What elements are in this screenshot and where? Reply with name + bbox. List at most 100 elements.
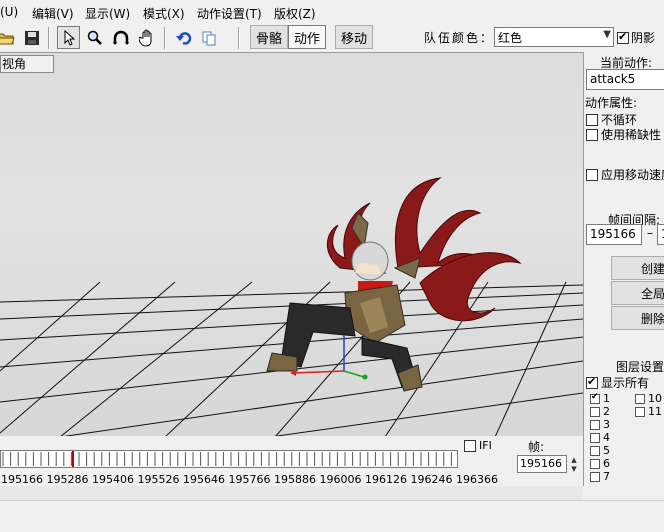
menu-item-copyright[interactable]: 版权(Z) <box>274 5 316 22</box>
use-sparse-toggle[interactable]: 使用稀缺性 <box>586 126 661 143</box>
frame-interval-end-field[interactable]: 1 <box>657 224 664 245</box>
spin-up-icon[interactable]: ▲ <box>567 455 581 464</box>
layer-checkbox[interactable] <box>590 392 600 404</box>
use-sparse-label: 使用稀缺性 <box>601 128 662 142</box>
show-all-checkbox[interactable] <box>586 375 598 389</box>
layer-label: 1 <box>603 392 610 405</box>
ifi-toggle[interactable]: IFI <box>464 439 492 452</box>
layer-checkbox[interactable] <box>590 432 600 443</box>
layer-label: 2 <box>603 405 610 418</box>
timeline-tick-label: 196366 <box>456 473 498 486</box>
layer-item[interactable]: 5 <box>590 444 610 457</box>
layer-item[interactable]: 6 <box>590 457 610 470</box>
timeline-tick-label: 196246 <box>410 473 453 486</box>
ifi-checkbox[interactable] <box>464 439 476 452</box>
shadow-checkbox[interactable] <box>617 30 629 44</box>
chevron-down-icon[interactable]: ▼ <box>603 29 611 40</box>
layer-item[interactable]: 7 <box>590 470 610 483</box>
spin-down-icon[interactable]: ▼ <box>567 464 581 473</box>
toolbar-separator <box>164 27 166 49</box>
undo-icon[interactable] <box>173 26 196 49</box>
save-icon[interactable] <box>20 26 43 49</box>
timeline-tick-label: 195166 <box>1 473 43 486</box>
timeline-tick-label: 195286 <box>46 473 89 486</box>
layer-checkbox[interactable] <box>635 406 645 417</box>
layer-checkbox[interactable] <box>635 393 645 404</box>
create-button[interactable]: 创建 <box>611 256 664 280</box>
layer-label: 10 <box>648 392 662 405</box>
3d-viewport[interactable]: 视角 <box>0 52 583 436</box>
layer-settings-group: 图层设置 显示所有 1 2 3 4 5 6 7 10 11 <box>584 357 664 486</box>
folder-open-icon[interactable] <box>0 26 17 49</box>
layer-item[interactable]: 4 <box>590 431 610 444</box>
current-action-field[interactable]: attack5 <box>586 69 664 90</box>
timeline-track[interactable] <box>0 450 458 468</box>
toolbar-separator <box>48 27 50 49</box>
layer-checkbox[interactable] <box>590 406 600 417</box>
right-panel: 当前动作: attack5 动作属性: 不循环 使用稀缺性 应用移动速度 帧间间… <box>583 52 664 486</box>
show-all-toggle[interactable]: 显示所有 <box>586 374 649 391</box>
layer-item[interactable]: 1 <box>590 392 610 405</box>
layer-checkbox[interactable] <box>590 445 600 456</box>
layer-item[interactable]: 3 <box>590 418 610 431</box>
frame-interval-separator: – <box>647 226 653 240</box>
copy-icon[interactable] <box>197 26 220 49</box>
menu-bar: (U) 编辑(V) 显示(W) 模式(X) 动作设置(T) 版权(Z) <box>0 0 664 24</box>
layer-label: 6 <box>603 457 610 470</box>
menu-item-view[interactable]: 显示(W) <box>85 5 130 22</box>
timeline-tick-label: 195406 <box>92 473 134 486</box>
zoom-icon[interactable] <box>83 26 106 49</box>
frame-spinner[interactable]: ▲ ▼ <box>567 455 581 473</box>
action-properties-label: 动作属性: <box>585 96 638 110</box>
layer-checkbox[interactable] <box>590 419 600 430</box>
frame-input[interactable]: 195166 <box>517 455 567 473</box>
team-color-value: 红色 <box>498 30 523 45</box>
tab-action[interactable]: 动作 <box>288 25 326 49</box>
timeline: 195166 195286 195406 195526 195646 195766 1958… <box>0 436 583 488</box>
view-angle-label[interactable]: 视角 <box>0 55 54 73</box>
ifi-label: IFI <box>479 439 492 452</box>
no-loop-checkbox[interactable] <box>586 113 598 126</box>
3d-scene[interactable] <box>0 53 583 436</box>
frame-label: 帧: <box>528 440 545 454</box>
delete-button[interactable]: 删除 <box>611 306 664 330</box>
pan-hand-icon[interactable] <box>135 26 158 49</box>
shadow-toggle[interactable]: 阴影 <box>617 29 655 46</box>
show-all-label: 显示所有 <box>601 376 650 390</box>
use-sparse-checkbox[interactable] <box>586 128 598 141</box>
apply-move-speed-label: 应用移动速度 <box>601 168 664 182</box>
apply-move-speed-checkbox[interactable] <box>586 168 598 181</box>
menu-item-edit[interactable]: 编辑(V) <box>32 5 74 22</box>
layer-label: 7 <box>603 470 610 483</box>
menu-item-mode[interactable]: 模式(X) <box>143 5 185 22</box>
layer-label: 11 <box>648 405 662 418</box>
layer-checkbox[interactable] <box>590 458 600 469</box>
horizontal-scrollbar[interactable] <box>0 486 583 500</box>
select-arrow-icon[interactable] <box>57 26 80 49</box>
frame-interval-start-field[interactable]: 195166 <box>586 224 642 245</box>
timeline-tick-label: 195886 <box>274 473 316 486</box>
layer-item[interactable]: 11 <box>635 405 662 418</box>
shadow-label: 阴影 <box>631 31 656 45</box>
orbit-icon[interactable] <box>109 26 132 49</box>
global-button[interactable]: 全局 <box>611 281 664 305</box>
layer-checkbox[interactable] <box>590 471 600 482</box>
team-color-select[interactable]: 红色 ▼ <box>494 27 614 47</box>
menu-item-u[interactable]: (U) <box>0 5 18 19</box>
status-bar <box>0 500 664 532</box>
layer-item[interactable]: 2 <box>590 405 610 418</box>
timeline-tick-label: 195646 <box>183 473 225 486</box>
tab-move[interactable]: 移动 <box>335 25 373 49</box>
tab-bones[interactable]: 骨骼 <box>250 25 288 49</box>
layer-settings-label: 图层设置 <box>616 360 664 374</box>
timeline-tick-label: 195526 <box>137 473 180 486</box>
timeline-tick-label: 195766 <box>228 473 271 486</box>
menu-item-action-settings[interactable]: 动作设置(T) <box>197 5 262 22</box>
layer-item[interactable]: 10 <box>635 392 662 405</box>
timeline-ticks <box>2 451 452 467</box>
apply-move-speed-toggle[interactable]: 应用移动速度 <box>586 166 664 183</box>
timeline-tick-label: 196006 <box>319 473 362 486</box>
team-color-label: 队伍颜色： <box>424 31 495 45</box>
timeline-tick-label: 196126 <box>365 473 407 486</box>
toolbar: 骨骼 动作 移动 队伍颜色： 红色 ▼ 阴影 <box>0 24 664 52</box>
